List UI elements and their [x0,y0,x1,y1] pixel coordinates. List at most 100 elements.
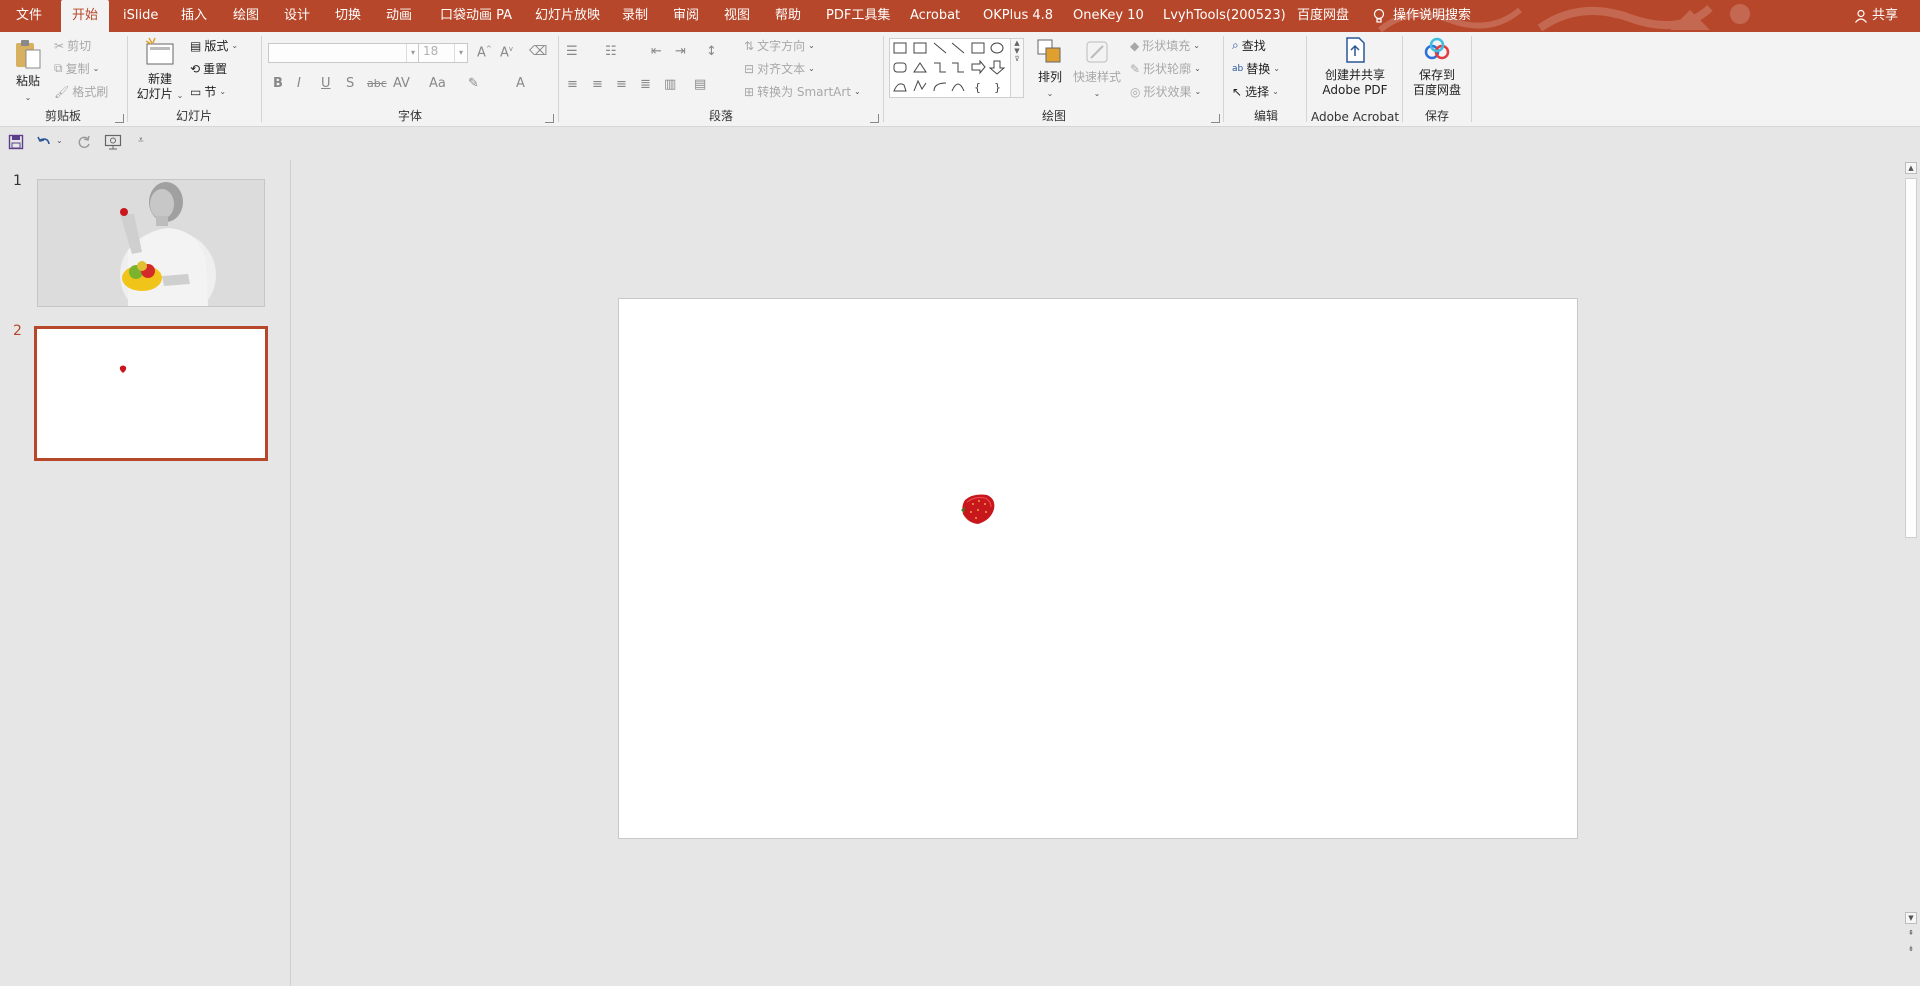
tab-draw[interactable]: 绘图 [233,0,259,32]
replace-button[interactable]: ab 替换 ⌄ [1232,60,1280,77]
tab-islide[interactable]: iSlide [123,0,158,32]
tab-file[interactable]: 文件 [16,0,42,32]
dialog-launcher-icon[interactable] [1211,114,1220,123]
tab-help[interactable]: 帮助 [775,0,801,32]
tab-transitions[interactable]: 切换 [335,0,361,32]
new-slide-button[interactable]: 新建 幻灯片 ⌄ [134,36,186,103]
group-divider [1223,36,1224,122]
baidu-cloud-icon [1424,37,1450,60]
dialog-launcher-icon[interactable] [545,114,554,123]
align-center-icon[interactable]: ≡ [592,77,603,92]
line-spacing-icon[interactable]: ↕ [706,44,717,59]
strawberry-image[interactable] [959,492,997,526]
slide-canvas[interactable] [618,298,1578,839]
reset-button[interactable]: ⟲ 重置 [190,60,227,77]
highlight-icon[interactable]: ✎ [468,76,479,91]
align-left-icon[interactable]: ≡ [567,77,578,92]
underline-icon[interactable]: U [321,76,331,91]
paste-button[interactable]: 粘贴 ⌄ [10,38,46,105]
tab-review[interactable]: 审阅 [673,0,699,32]
change-case-icon[interactable]: Aa [429,76,446,91]
section-button[interactable]: ▭ 节 ⌄ [190,83,226,100]
scroll-up-arrow-icon[interactable]: ▲ [1905,162,1917,174]
shape-effects-button[interactable]: ◎ 形状效果 ⌄ [1130,83,1201,100]
tab-lvyhtools[interactable]: LvyhTools(200523) [1163,0,1286,32]
text-direction-button[interactable]: ⇅ 文字方向 ⌄ [744,37,815,54]
bold-icon[interactable]: B [273,76,283,91]
font-color-icon[interactable]: A [516,76,525,91]
character-spacing-icon[interactable]: AV [393,76,410,91]
decrease-indent-icon[interactable]: ⇤ [651,44,662,59]
tab-pocket-animation[interactable]: 口袋动画 PA [440,0,512,32]
redo-icon[interactable] [76,134,92,150]
distributed-icon[interactable]: ▥ [664,77,676,92]
copy-button[interactable]: ⧉ 复制 ⌄ [54,60,99,77]
tell-me-search[interactable]: 操作说明搜索 [1373,0,1471,32]
font-size-combobox[interactable]: 18 ▾ [418,43,468,63]
quick-styles-button[interactable]: 快速样式 ⌄ [1072,38,1122,101]
tab-record[interactable]: 录制 [622,0,648,32]
columns-icon[interactable]: ▤ [694,77,706,92]
align-text-button[interactable]: ⊟ 对齐文本 ⌄ [744,60,815,77]
customize-qat-icon[interactable]: ⩡ [138,135,144,146]
align-right-icon[interactable]: ≡ [616,77,627,92]
undo-dropdown-icon[interactable]: ⌄ [56,136,63,145]
next-slide-icon[interactable]: ⇟ [1905,944,1917,956]
tab-home[interactable]: 开始 [61,0,110,32]
tab-animations[interactable]: 动画 [386,0,412,32]
tab-view[interactable]: 视图 [724,0,750,32]
increase-font-icon[interactable]: A^ [477,45,492,60]
scrollbar-thumb[interactable] [1905,178,1917,538]
layout-button[interactable]: ▤ 版式 ⌄ [190,37,238,54]
tab-slideshow[interactable]: 幻灯片放映 [535,0,600,32]
shape-fill-button[interactable]: ◆ 形状填充 ⌄ [1130,37,1200,54]
create-share-pdf-button[interactable]: 创建并共享 Adobe PDF [1310,36,1400,98]
present-from-start-icon[interactable] [104,134,122,150]
save-icon[interactable] [8,134,24,150]
font-name-combobox[interactable]: ▾ [268,43,420,63]
select-label: 选择 [1245,85,1270,99]
tab-okplus[interactable]: OKPlus 4.8 [983,0,1053,32]
arrange-button[interactable]: 排列 ⌄ [1032,38,1068,101]
increase-indent-icon[interactable]: ⇥ [675,44,686,59]
dialog-launcher-icon[interactable] [115,114,124,123]
share-button[interactable]: 共享 [1854,0,1898,32]
numbering-icon[interactable]: ☷ [605,44,617,59]
tab-insert[interactable]: 插入 [181,0,207,32]
convert-smartart-button[interactable]: ⊞ 转换为 SmartArt ⌄ [744,83,861,100]
strikethrough-icon[interactable]: abc [367,77,387,90]
save-group-label: 保存 [1424,109,1449,123]
undo-icon[interactable] [36,134,52,150]
tab-pdf-tools[interactable]: PDF工具集 [826,0,890,32]
previous-slide-icon[interactable]: ⇞ [1905,928,1917,940]
shapes-gallery[interactable]: { } [889,38,1011,98]
save-baidu-button[interactable]: 保存到 百度网盘 [1406,36,1468,98]
tab-onekey[interactable]: OneKey 10 [1073,0,1144,32]
shape-outline-button[interactable]: ✎ 形状轮廓 ⌄ [1130,60,1201,77]
vertical-scrollbar[interactable]: ▲ ▼ ⇞ ⇟ [1903,160,1919,960]
dialog-launcher-icon[interactable] [870,114,879,123]
slides-group-label: 幻灯片 [175,109,212,123]
select-button[interactable]: ↖ 选择 ⌄ [1232,83,1279,100]
shadow-icon[interactable]: S [346,76,354,91]
cut-button[interactable]: ✂ 剪切 [54,37,91,54]
scroll-down-arrow-icon[interactable]: ▼ [1905,912,1917,924]
chevron-down-icon: ⌄ [1046,89,1054,98]
clear-formatting-icon[interactable]: ⌫ [529,44,547,59]
reset-label: 重置 [203,62,228,76]
decrease-font-icon[interactable]: Av [500,45,513,60]
tab-baidu[interactable]: 百度网盘 [1297,0,1349,32]
chevron-down-icon: ⌄ [1273,64,1280,73]
pen-icon: ✎ [1130,61,1141,76]
format-painter-button[interactable]: 🖌 格式刷 [54,83,108,100]
slide-thumbnail-2-selected[interactable] [34,326,268,461]
cursor-icon: ↖ [1232,84,1243,99]
justify-icon[interactable]: ≣ [640,77,651,92]
tab-acrobat[interactable]: Acrobat [910,0,960,32]
find-button[interactable]: ⌕ 查找 [1232,37,1266,54]
shapes-gallery-scroll[interactable]: ▲ ▼ ⊽ [1011,38,1024,98]
italic-icon[interactable]: I [297,76,301,91]
bullets-icon[interactable]: ☰ [566,44,578,59]
slide-thumbnail-1[interactable] [37,179,265,307]
tab-design[interactable]: 设计 [284,0,310,32]
